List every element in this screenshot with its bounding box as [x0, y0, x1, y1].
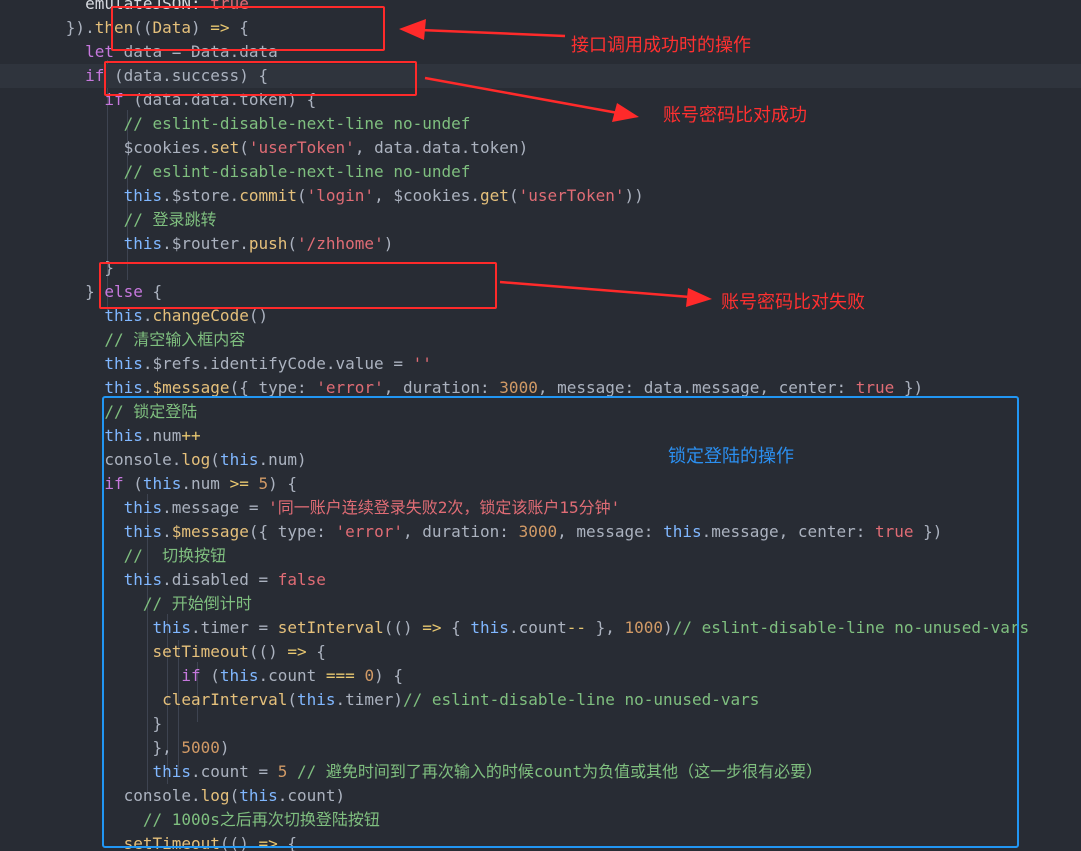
code-line[interactable]: // eslint-disable-next-line no-undef: [0, 112, 471, 136]
code-token: this: [123, 186, 163, 205]
then-highlight-box: [111, 6, 385, 51]
code-token: $message: [152, 378, 230, 397]
code-token: 'error': [316, 378, 384, 397]
code-token: push: [248, 234, 288, 253]
code-token: }): [894, 378, 924, 397]
code-line[interactable]: this.$refs.identifyCode.value = '': [0, 352, 432, 376]
code-token: 'userToken': [518, 186, 625, 205]
code-token: }).: [8, 18, 95, 37]
code-token: // 清空输入框内容: [8, 330, 246, 349]
then-annotation: 接口调用成功时的操作: [571, 35, 751, 56]
code-token: set: [210, 138, 240, 157]
code-token: // 登录跳转: [8, 210, 217, 229]
success-annotation: 账号密码比对成功: [663, 105, 807, 126]
code-token: true: [855, 378, 895, 397]
code-token: this: [123, 234, 163, 253]
code-token: // eslint-disable-next-line no-undef: [8, 162, 471, 181]
code-token: get: [480, 186, 509, 205]
code-token: let: [85, 42, 114, 61]
code-token: .$store.: [162, 186, 240, 205]
code-token: $cookies.: [8, 138, 211, 157]
code-line[interactable]: // 登录跳转: [0, 208, 217, 232]
code-line[interactable]: // 清空输入框内容: [0, 328, 245, 352]
code-token: this: [104, 378, 143, 397]
code-token: ({ type:: [229, 378, 317, 397]
code-token: ): [383, 234, 394, 253]
code-token: (: [508, 186, 519, 205]
code-line[interactable]: }: [0, 256, 114, 280]
code-line[interactable]: $cookies.set('userToken', data.data.toke…: [0, 136, 529, 160]
code-token: .: [142, 378, 153, 397]
code-token: 'login': [306, 186, 375, 205]
code-token: 3000: [499, 378, 538, 397]
code-token: '': [412, 354, 432, 373]
code-token: // eslint-disable-next-line no-undef: [8, 114, 471, 133]
fail-annotation: 账号密码比对失败: [721, 292, 865, 313]
code-token: .$router.: [162, 234, 249, 253]
code-token: 'userToken': [248, 138, 355, 157]
lock-annotation: 锁定登陆的操作: [668, 446, 794, 467]
code-token: commit: [239, 186, 297, 205]
code-token: , duration:: [383, 378, 500, 397]
code-token: '/zhhome': [297, 234, 384, 253]
code-line[interactable]: this.$router.push('/zhhome'): [0, 232, 394, 256]
code-token: if: [85, 66, 105, 85]
else-highlight-box: [99, 262, 497, 309]
code-line[interactable]: this.$store.commit('login', $cookies.get…: [0, 184, 644, 208]
code-token: this: [104, 354, 143, 373]
code-line[interactable]: // eslint-disable-next-line no-undef: [0, 160, 471, 184]
code-token: }: [8, 282, 105, 301]
code-token: )): [624, 186, 644, 205]
code-token: , message: data.message, center:: [537, 378, 856, 397]
code-token: (: [239, 138, 249, 157]
code-token: (: [296, 186, 307, 205]
code-token: (: [287, 234, 297, 253]
lock-login-box: [102, 396, 1019, 848]
code-token: , data.data.token): [354, 138, 529, 157]
code-token: , $cookies.: [374, 186, 481, 205]
code-token: .$refs.identifyCode.value =: [142, 354, 413, 373]
success-highlight-box: [104, 61, 417, 96]
